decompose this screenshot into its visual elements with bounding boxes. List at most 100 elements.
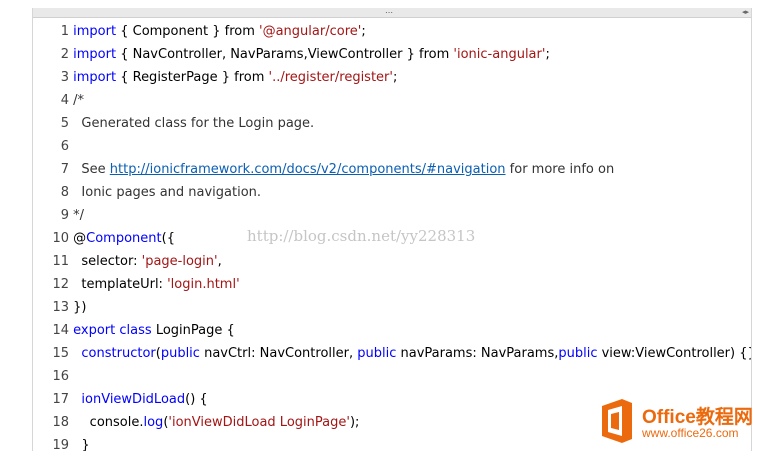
code-token: ({	[161, 231, 175, 246]
code-line: 17 ionViewDidLoad() {	[33, 390, 208, 410]
line-text: */	[69, 208, 84, 223]
line-number: 2	[60, 47, 69, 62]
code-token: export	[73, 323, 116, 338]
code-token: import	[73, 47, 117, 62]
code-line: 18 console.log('ionViewDidLoad LoginPage…	[33, 413, 359, 433]
line-text: @Component({	[69, 231, 175, 246]
line-number: 1	[60, 24, 69, 39]
line-text: selector: 'page-login',	[69, 254, 222, 269]
line-text: Generated class for the Login page.	[69, 116, 314, 131]
code-token: See	[73, 162, 110, 177]
code-line: 14 export class LoginPage {	[33, 321, 235, 341]
code-token: constructor	[81, 346, 156, 361]
line-text: ionViewDidLoad() {	[69, 392, 208, 407]
code-token: ;	[392, 70, 398, 85]
code-token: ionViewDidLoad	[81, 392, 186, 407]
code-line: 7 See http://ionicframework.com/docs/v2/…	[33, 160, 614, 180]
code-token: }	[73, 438, 90, 451]
code-token: view:ViewController) {}	[597, 346, 752, 361]
line-number: 13	[52, 300, 69, 315]
line-text: import { RegisterPage } from '../registe…	[69, 70, 397, 85]
line-number: 9	[60, 208, 69, 223]
line-text: }	[69, 438, 90, 451]
code-line: 4 /*	[33, 91, 84, 111]
line-number: 18	[52, 415, 69, 430]
code-token: navCtrl: NavController,	[199, 346, 358, 361]
drag-grip-icon[interactable]: ⋯	[385, 9, 393, 17]
code-token: log	[143, 415, 164, 430]
code-line: 9 */	[33, 206, 84, 226]
line-number: 10	[52, 231, 69, 246]
code-token: '../register/register'	[268, 70, 393, 85]
code-line: 19 }	[33, 436, 90, 451]
line-number: 15	[52, 346, 69, 361]
line-text: console.log('ionViewDidLoad LoginPage');	[69, 415, 360, 430]
code-token: Ionic pages and navigation.	[73, 185, 262, 200]
code-token: templateUrl:	[73, 277, 168, 292]
logo-url: www.office26.com	[642, 426, 739, 440]
code-token: for more info on	[505, 162, 615, 177]
code-token: public	[357, 346, 397, 361]
code-token: console.	[73, 415, 144, 430]
code-line: 5 Generated class for the Login page.	[33, 114, 314, 134]
code-line: 2 import { NavController, NavParams,View…	[33, 45, 550, 65]
code-line: 1 import { Component } from '@angular/co…	[33, 22, 366, 42]
code-token: { RegisterPage } from	[116, 70, 269, 85]
code-token: navParams: NavParams,	[396, 346, 559, 361]
code-line: 8 Ionic pages and navigation.	[33, 183, 261, 203]
code-line: 13 })	[33, 298, 86, 318]
code-line: 6	[33, 137, 73, 157]
line-text: import { Component } from '@angular/core…	[69, 24, 366, 39]
line-text	[69, 139, 73, 154]
code-line: 12 templateUrl: 'login.html'	[33, 275, 240, 295]
code-token: { Component } from	[116, 24, 260, 39]
code-token: ;	[545, 47, 550, 62]
code-token: ,	[217, 254, 222, 269]
code-line: 15 constructor(public navCtrl: NavContro…	[33, 344, 752, 364]
code-token: LoginPage {	[151, 323, 235, 338]
code-token: );	[349, 415, 360, 430]
line-text: })	[69, 300, 86, 315]
code-token: '@angular/core'	[259, 24, 362, 39]
code-token: ;	[361, 24, 366, 39]
line-text: See http://ionicframework.com/docs/v2/co…	[69, 162, 614, 177]
line-number: 17	[52, 392, 69, 407]
line-text: templateUrl: 'login.html'	[69, 277, 240, 292]
line-text: /*	[69, 93, 84, 108]
code-line: 10 @Component({	[33, 229, 175, 249]
line-text	[69, 369, 73, 384]
office-logo: Office教程网 www.office26.com	[598, 398, 766, 446]
code-token: 'ionic-angular'	[453, 47, 546, 62]
code-token: 'page-login'	[141, 254, 218, 269]
code-line: 11 selector: 'page-login',	[33, 252, 222, 272]
line-number: 4	[60, 93, 69, 108]
line-number: 11	[52, 254, 69, 269]
line-number: 6	[60, 139, 69, 154]
editor-top-bar: ⋯ ◂▸	[33, 8, 751, 18]
code-token: selector:	[73, 254, 142, 269]
code-token: public	[160, 346, 200, 361]
code-line: 3 import { RegisterPage } from '../regis…	[33, 68, 398, 88]
doc-link[interactable]: http://ionicframework.com/docs/v2/compon…	[110, 162, 506, 177]
code-token: Component	[86, 231, 162, 246]
code-token: { NavController, NavParams,ViewControlle…	[116, 47, 454, 62]
code-token: /*	[73, 93, 85, 108]
code-token: public	[558, 346, 598, 361]
line-text: import { NavController, NavParams,ViewCo…	[69, 47, 550, 62]
code-token: Generated class for the Login page.	[73, 116, 315, 131]
line-number: 3	[60, 70, 69, 85]
collapse-arrows-icon[interactable]: ◂▸	[742, 8, 749, 17]
line-number: 16	[52, 369, 69, 384]
code-token: */	[73, 208, 85, 223]
code-token: 'ionViewDidLoad LoginPage'	[168, 415, 350, 430]
office-logo-icon	[602, 399, 632, 443]
code-line: 16	[33, 367, 73, 387]
code-token: 'login.html'	[167, 277, 240, 292]
code-token: () {	[185, 392, 208, 407]
code-token: class	[119, 323, 152, 338]
logo-name: Office教程网	[642, 407, 753, 428]
code-token: import	[73, 24, 117, 39]
line-number: 19	[52, 438, 69, 451]
code-token: @	[73, 231, 87, 246]
line-number: 8	[60, 185, 69, 200]
